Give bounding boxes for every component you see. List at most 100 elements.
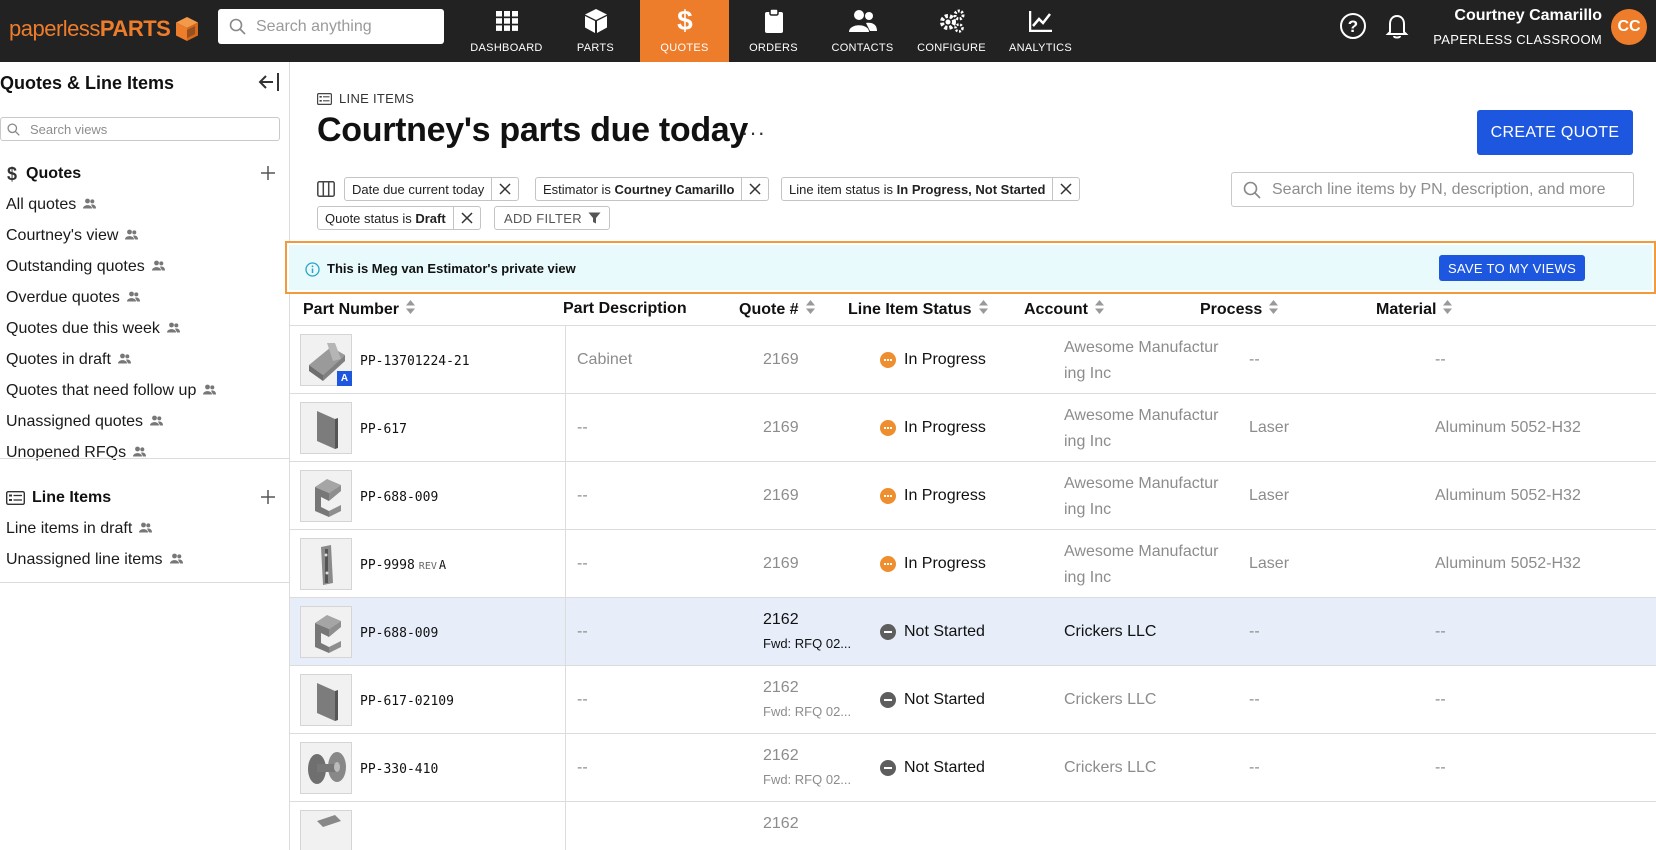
save-to-my-views-button[interactable]: SAVE TO MY VIEWS [1439, 255, 1585, 281]
sort-icon[interactable] [1269, 300, 1279, 319]
filter-chip-label[interactable]: Estimator is Courtney Camarillo [536, 182, 741, 197]
filter-chip-label[interactable]: Line item status is In Progress, Not Sta… [782, 182, 1052, 197]
account-name[interactable]: Crickers LLC [1064, 619, 1234, 645]
column-header-part-number[interactable]: Part Number [303, 300, 416, 319]
column-header-process[interactable]: Process [1200, 300, 1279, 319]
quotes-view-item[interactable]: Quotes in draft [0, 344, 290, 375]
part-number[interactable]: PP-13701224-21 [360, 354, 470, 369]
remove-filter-icon[interactable] [741, 178, 768, 200]
quotes-view-item[interactable]: All quotes [0, 189, 290, 220]
column-header-quote-number[interactable]: Quote # [739, 300, 815, 319]
part-thumbnail[interactable] [300, 674, 352, 726]
filter-chip-label[interactable]: Quote status is Draft [318, 211, 453, 226]
column-header-line-item-status[interactable]: Line Item Status [848, 300, 988, 319]
quote-number[interactable]: 2162 [763, 611, 799, 629]
quote-number[interactable]: 2162 [763, 747, 799, 765]
columns-icon[interactable] [317, 181, 335, 197]
quotes-view-item[interactable]: Quotes due this week [0, 313, 290, 344]
part-number[interactable]: PP-617-02109 [360, 694, 454, 709]
account-name[interactable]: Awesome Manufactur ing Inc [1064, 471, 1234, 523]
collapse-sidebar-icon[interactable] [258, 72, 280, 92]
sort-icon[interactable] [1095, 300, 1104, 319]
quote-number[interactable]: 2169 [763, 555, 799, 573]
column-header-account[interactable]: Account [1024, 300, 1104, 319]
quote-number[interactable]: 2169 [763, 351, 799, 369]
add-filter-button[interactable]: ADD FILTER [494, 206, 610, 230]
remove-filter-icon[interactable] [1052, 178, 1079, 200]
quote-number[interactable]: 2169 [763, 487, 799, 505]
quotes-view-item[interactable]: Unassigned quotes [0, 406, 290, 437]
quotes-view-item[interactable]: Courtney's view [0, 220, 290, 251]
sort-icon[interactable] [805, 300, 815, 319]
nav-contacts[interactable]: CONTACTS [818, 0, 907, 62]
table-row[interactable]: A PP-13701224-21 Cabinet 2169 In Progress Awe… [290, 326, 1656, 394]
part-thumbnail[interactable] [300, 742, 352, 794]
table-row[interactable]: PP-9998 REV A -- 2169 In Progress Awesome Manu… [290, 530, 1656, 598]
part-thumbnail[interactable] [300, 606, 352, 658]
part-thumbnail[interactable] [300, 538, 352, 590]
part-thumbnail[interactable] [300, 470, 352, 522]
part-thumbnail[interactable] [300, 402, 352, 454]
nav-quotes[interactable]: $ QUOTES [640, 0, 729, 62]
line-items-view-item[interactable]: Unassigned line items [0, 544, 290, 575]
line-items-search-input[interactable] [1272, 180, 1632, 199]
nav-dashboard[interactable]: DASHBOARD [462, 0, 551, 62]
account-name[interactable]: Crickers LLC [1064, 687, 1234, 713]
filter-chip-label[interactable]: Date due current today [345, 182, 491, 197]
help-icon[interactable]: ? [1339, 12, 1367, 40]
column-header-part-description[interactable]: Part Description [563, 300, 687, 318]
table-row[interactable]: PP-688-009 -- 2162 Fwd: RFQ 02... Not Starte… [290, 598, 1656, 666]
part-number[interactable]: PP-688-009 [360, 626, 438, 641]
bell-icon[interactable] [1383, 12, 1411, 40]
quote-number[interactable]: 2162 [763, 679, 799, 697]
nav-orders[interactable]: ORDERS [729, 0, 818, 62]
table-row[interactable]: PP-617-02109 -- 2162 Fwd: RFQ 02... Not Star… [290, 666, 1656, 734]
line-items-search[interactable] [1231, 172, 1634, 207]
global-search-input[interactable] [256, 17, 436, 36]
column-divider [565, 462, 566, 529]
more-options-icon[interactable]: ··· [741, 122, 766, 144]
remove-filter-icon[interactable] [491, 178, 518, 200]
nav-configure[interactable]: CONFIGURE [907, 0, 996, 62]
user-info[interactable]: Courtney Camarillo PAPERLESS CLASSROOM [1433, 7, 1602, 47]
add-line-item-view-icon[interactable] [260, 489, 276, 505]
part-number[interactable]: PP-617 [360, 422, 407, 437]
line-items-view-item[interactable]: Line items in draft [0, 513, 290, 544]
quotes-view-item[interactable]: Quotes that need follow up [0, 375, 290, 406]
create-quote-button[interactable]: CREATE QUOTE [1477, 110, 1633, 155]
part-thumbnail[interactable]: A [300, 334, 352, 386]
part-number[interactable]: PP-9998 REV A [360, 558, 446, 573]
quotes-view-item[interactable]: Overdue quotes [0, 282, 290, 313]
filter-chip-estimator: Estimator is Courtney Camarillo [535, 177, 770, 201]
breadcrumb-label[interactable]: LINE ITEMS [339, 91, 414, 106]
table-row[interactable]: PP-330-410 -- 2162 Fwd: RFQ 02... Not Starte… [290, 734, 1656, 802]
quote-number[interactable]: 2162 [763, 815, 799, 833]
table-row[interactable]: PP-688-009 -- 2169 In Progress Awesome Manuf… [290, 462, 1656, 530]
account-name[interactable]: Awesome Manufactur ing Inc [1064, 539, 1234, 591]
account-name[interactable]: Awesome Manufactur ing Inc [1064, 403, 1234, 455]
table-row[interactable]: 2162 [290, 802, 1656, 850]
nav-parts[interactable]: PARTS [551, 0, 640, 62]
global-search[interactable] [218, 9, 444, 44]
views-search[interactable] [0, 117, 280, 141]
column-header-material[interactable]: Material [1376, 300, 1453, 319]
sort-icon[interactable] [406, 300, 416, 319]
part-thumbnail[interactable] [300, 810, 352, 850]
quote-number[interactable]: 2169 [763, 419, 799, 437]
views-search-input[interactable] [30, 121, 270, 137]
nav-analytics[interactable]: ANALYTICS [996, 0, 1085, 62]
logo[interactable]: paperless PARTS [9, 14, 199, 44]
sort-icon[interactable] [1443, 300, 1453, 319]
account-name[interactable]: Crickers LLC [1064, 755, 1234, 781]
quotes-view-item[interactable]: Outstanding quotes [0, 251, 290, 282]
account-name[interactable]: Awesome Manufactur ing Inc [1064, 335, 1234, 387]
avatar[interactable]: CC [1611, 9, 1647, 45]
quotes-view-item[interactable]: Unopened RFQs [0, 437, 290, 468]
part-number[interactable]: PP-688-009 [360, 490, 438, 505]
material: -- [1435, 691, 1446, 708]
sort-icon[interactable] [978, 300, 988, 319]
remove-filter-icon[interactable] [452, 207, 480, 229]
add-quote-view-icon[interactable] [260, 165, 276, 181]
part-number[interactable]: PP-330-410 [360, 762, 438, 777]
table-row[interactable]: PP-617 -- 2169 In Progress Awesome Manufactu… [290, 394, 1656, 462]
